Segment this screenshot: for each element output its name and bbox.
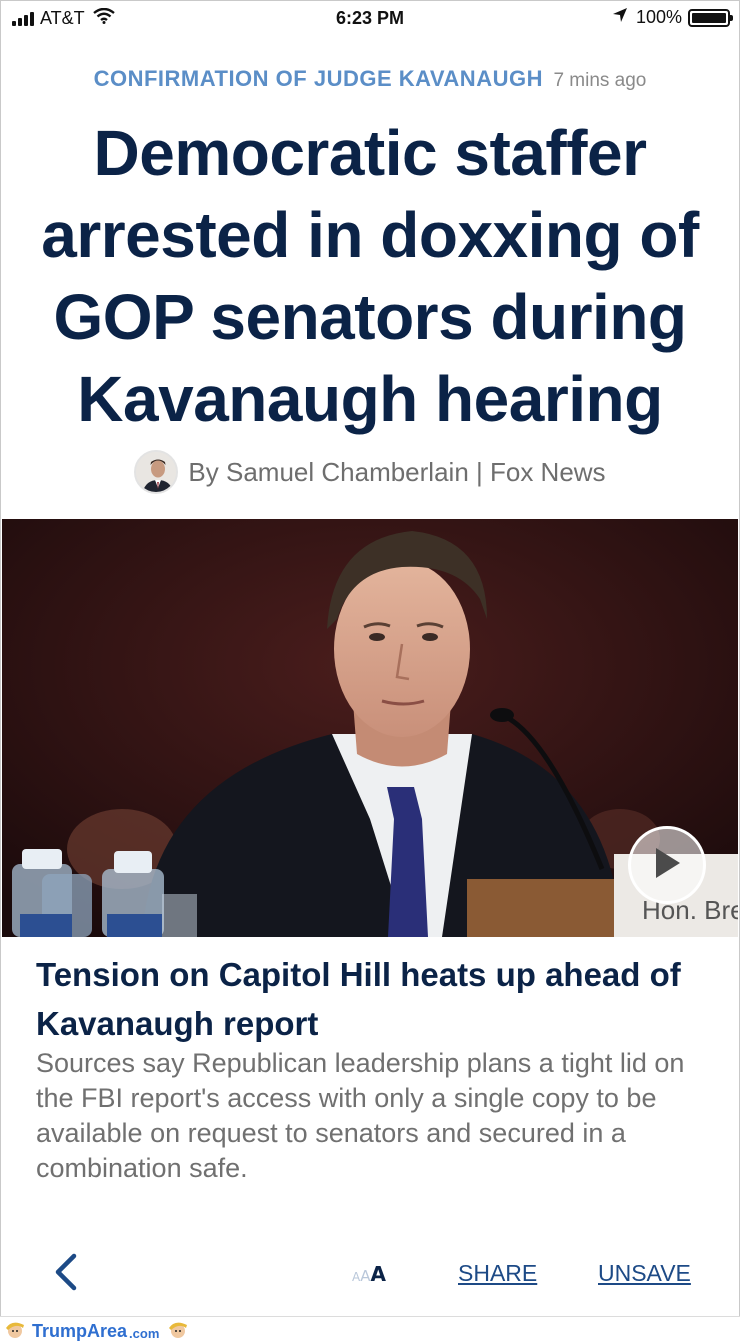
mascot-icon (167, 1319, 189, 1341)
related-story-title[interactable]: Tension on Capitol Hill heats up ahead o… (36, 950, 716, 1048)
unsave-button[interactable]: UNSAVE (598, 1260, 691, 1287)
brand-suffix: .com (129, 1325, 160, 1341)
battery-icon (688, 8, 733, 27)
timestamp: 7 mins ago (553, 70, 647, 91)
status-right: 100% (612, 7, 733, 28)
back-button[interactable] (48, 1250, 84, 1294)
hero-video-thumbnail[interactable]: Hon. Bret (2, 519, 738, 937)
article-kicker: CONFIRMATION OF JUDGE KAVANAUGH 7 mins a… (0, 66, 740, 92)
category-link[interactable]: CONFIRMATION OF JUDGE KAVANAUGH (94, 66, 543, 91)
bottom-toolbar: AAA SHARE UNSAVE (0, 1240, 740, 1304)
chevron-left-icon (48, 1253, 84, 1298)
battery-percent: 100% (635, 7, 682, 27)
share-button[interactable]: SHARE (458, 1260, 537, 1287)
play-video-button[interactable] (628, 826, 706, 904)
play-icon (652, 846, 682, 885)
text-size-button[interactable]: AAA (352, 1262, 386, 1286)
byline-text: By Samuel Chamberlain | Fox News (188, 456, 606, 487)
mascot-icon (4, 1319, 26, 1341)
brand-name: TrumpArea (32, 1321, 128, 1341)
article-headline: Democratic staffer arrested in doxxing o… (41, 117, 699, 435)
status-bar: AT&T 6:23 PM 100% (0, 0, 740, 36)
location-arrow-icon (612, 7, 628, 28)
related-story-summary: Sources say Republican leadership plans … (36, 1048, 685, 1183)
byline: By Samuel Chamberlain | Fox News (0, 450, 740, 494)
watermark-footer: TrumpArea .com (0, 1316, 740, 1341)
hero-photo-illustration: Hon. Bret (2, 519, 738, 937)
author-avatar (134, 450, 179, 494)
watermark: TrumpArea .com (4, 1319, 189, 1341)
